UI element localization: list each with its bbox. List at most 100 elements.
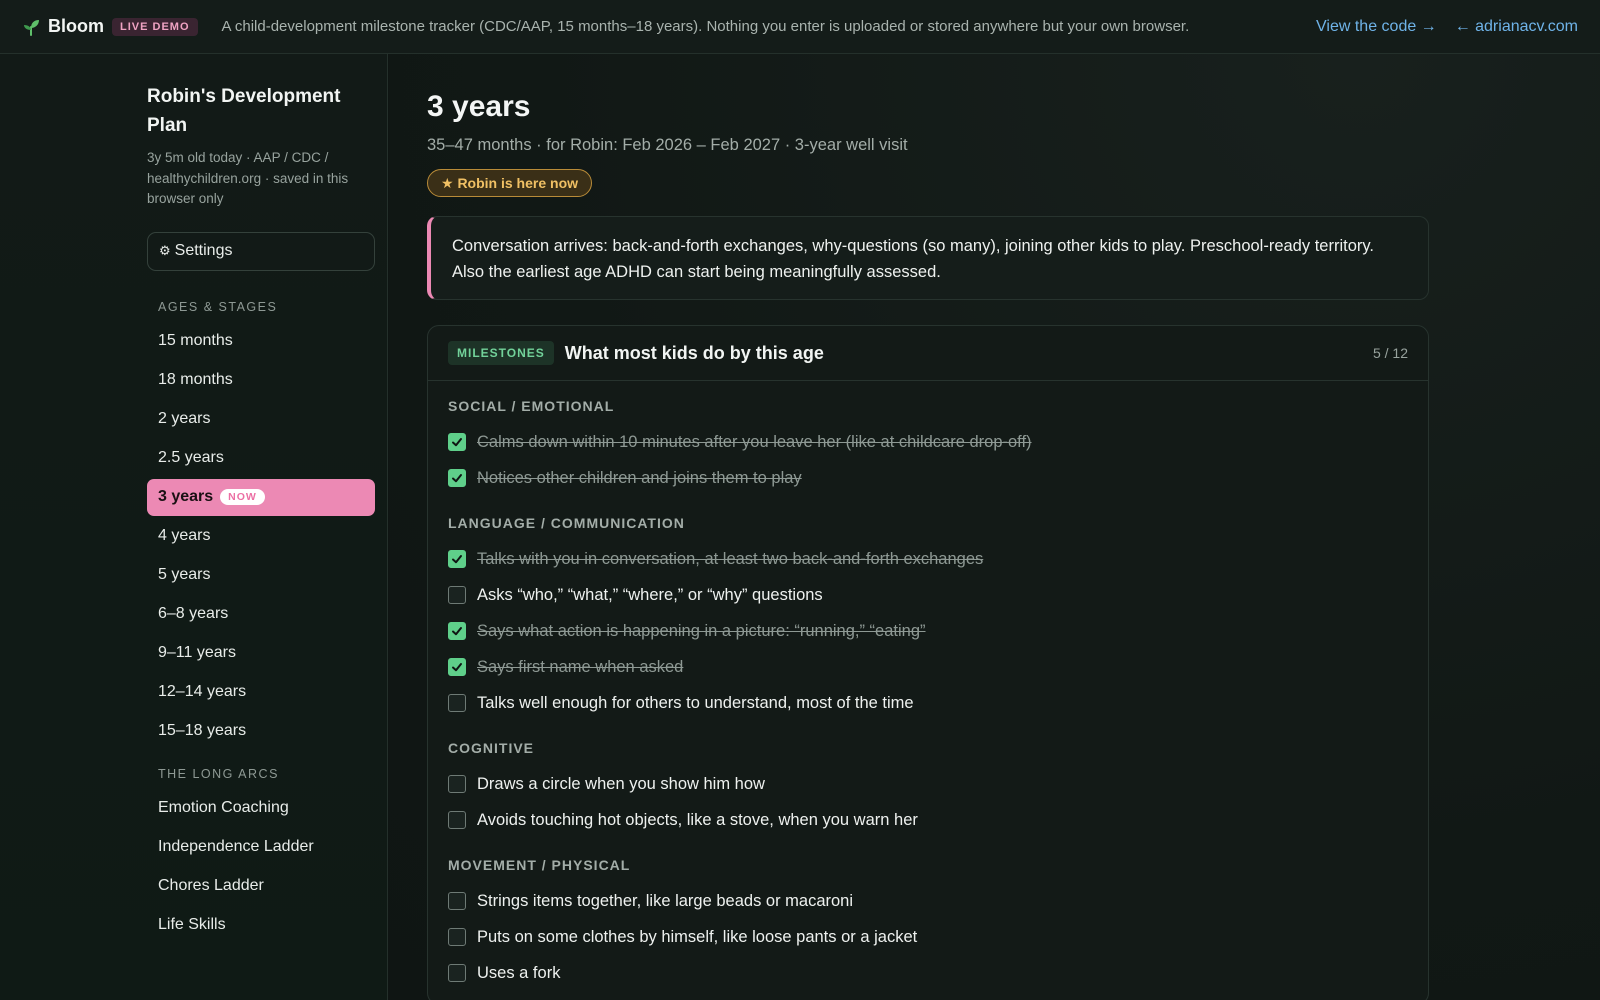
sidebar-item-label: 3 years <box>158 488 214 505</box>
brand-name: Bloom <box>48 16 104 36</box>
check-icon <box>452 555 462 564</box>
sidebar-item-15-18-years[interactable]: 15–18 years <box>147 713 375 750</box>
sprout-icon <box>22 18 40 36</box>
sidebar-item-3-years[interactable]: 3 years NOW <box>147 478 375 516</box>
sidebar-item-label: 4 years <box>158 527 211 544</box>
current-stage-badge: ★ Robin is here now <box>427 169 593 197</box>
milestone-checkbox[interactable] <box>448 964 466 982</box>
top-bar: Bloom LIVE DEMO A child-development mile… <box>0 0 1600 54</box>
milestone-item: Calms down within 10 minutes after you l… <box>448 424 1408 460</box>
live-demo-badge: LIVE DEMO <box>112 17 198 36</box>
milestone-checkbox[interactable] <box>448 658 466 676</box>
milestone-checkbox[interactable] <box>448 550 466 568</box>
page-title: 3 years <box>427 90 531 123</box>
sidebar-item-label: Emotion Coaching <box>158 799 289 816</box>
category-heading: LANGUAGE / COMMUNICATION <box>448 515 685 531</box>
milestone-text: Says what action is happening in a pictu… <box>477 621 926 640</box>
plan-title: Robin's Development Plan <box>147 86 341 136</box>
sidebar-item-label: 9–11 years <box>158 644 236 661</box>
milestone-item: Uses a fork <box>448 955 1408 991</box>
category-heading: SOCIAL / EMOTIONAL <box>448 398 615 414</box>
milestone-text: Uses a fork <box>477 963 561 982</box>
settings-button[interactable]: ⚙ Settings <box>147 231 375 271</box>
now-badge: NOW <box>220 489 265 505</box>
milestone-item: Notices other children and joins them to… <box>448 460 1408 496</box>
sidebar-item-2-5-years[interactable]: 2.5 years <box>147 440 375 477</box>
milestone-text: Avoids touching hot objects, like a stov… <box>477 810 918 829</box>
milestone-checkbox[interactable] <box>448 586 466 604</box>
arcs-nav: Emotion Coaching Independence Ladder Chore… <box>147 790 373 944</box>
check-icon <box>452 438 462 447</box>
milestone-text: Puts on some clothes by himself, like lo… <box>477 927 918 946</box>
arcs-section-label: THE LONG ARCS <box>158 766 279 781</box>
milestone-item: Draws a circle when you show him how <box>448 766 1408 802</box>
sidebar-item-18-months[interactable]: 18 months <box>147 362 375 399</box>
category-heading: MOVEMENT / PHYSICAL <box>448 857 631 873</box>
sidebar-item-label: 2.5 years <box>158 449 224 466</box>
plan-subtitle: 3y 5m old today · AAP / CDC / healthychi… <box>147 150 349 206</box>
milestone-item: Asks “who,” “what,” “where,” or “why” qu… <box>448 577 1408 613</box>
ages-section-label: AGES & STAGES <box>158 299 278 314</box>
milestone-item: Puts on some clothes by himself, like lo… <box>448 919 1408 955</box>
category-items: Calms down within 10 minutes after you l… <box>448 424 1408 496</box>
milestone-item: Says first name when asked <box>448 649 1408 685</box>
sidebar-item-label: 15 months <box>158 332 233 349</box>
sidebar-item-independence-ladder[interactable]: Independence Ladder <box>147 829 375 866</box>
check-icon <box>452 663 462 672</box>
sidebar-item-9-11-years[interactable]: 9–11 years <box>147 635 375 672</box>
sidebar-item-emotion-coaching[interactable]: Emotion Coaching <box>147 790 375 827</box>
milestone-text: Says first name when asked <box>477 657 684 676</box>
milestones-badge: MILESTONES <box>448 341 554 365</box>
sidebar: Robin's Development Plan 3y 5m old today… <box>0 54 388 1000</box>
milestone-item: Says what action is happening in a pictu… <box>448 613 1408 649</box>
category-items: Talks with you in conversation, at least… <box>448 541 1408 721</box>
sidebar-item-5-years[interactable]: 5 years <box>147 557 375 594</box>
stage-intro: Conversation arrives: back-and-forth exc… <box>427 216 1429 300</box>
milestone-checkbox[interactable] <box>448 775 466 793</box>
sidebar-item-6-8-years[interactable]: 6–8 years <box>147 596 375 633</box>
logo[interactable]: Bloom <box>22 16 104 37</box>
milestone-checkbox[interactable] <box>448 892 466 910</box>
sidebar-item-label: 6–8 years <box>158 605 229 622</box>
sidebar-item-label: Life Skills <box>158 916 226 933</box>
sidebar-item-15-months[interactable]: 15 months <box>147 323 375 360</box>
sidebar-item-12-14-years[interactable]: 12–14 years <box>147 674 375 711</box>
milestone-text: Notices other children and joins them to… <box>477 468 802 487</box>
main-content: 3 years 35–47 months · for Robin: Feb 20… <box>389 54 1600 1000</box>
milestone-checkbox[interactable] <box>448 811 466 829</box>
sidebar-item-label: 12–14 years <box>158 683 247 700</box>
milestone-checkbox[interactable] <box>448 469 466 487</box>
tagline: A child-development milestone tracker (C… <box>221 18 1190 35</box>
milestone-item: Talks well enough for others to understa… <box>448 685 1408 721</box>
milestone-checkbox[interactable] <box>448 433 466 451</box>
sidebar-item-label: 18 months <box>158 371 233 388</box>
milestone-checkbox[interactable] <box>448 622 466 640</box>
milestone-checkbox[interactable] <box>448 694 466 712</box>
page-subtitle: 35–47 months · for Robin: Feb 2026 – Feb… <box>427 136 908 154</box>
milestone-item: Avoids touching hot objects, like a stov… <box>448 802 1408 838</box>
sidebar-item-life-skills[interactable]: Life Skills <box>147 907 375 944</box>
milestones-count: 5 / 12 <box>1372 345 1408 361</box>
milestone-item: Strings items together, like large beads… <box>448 883 1408 919</box>
site-link[interactable]: ← adrianacv.com <box>1455 18 1578 36</box>
milestone-text: Calms down within 10 minutes after you l… <box>477 432 1032 451</box>
milestones-title: What most kids do by this age <box>564 342 824 363</box>
milestone-text: Talks well enough for others to understa… <box>477 693 914 712</box>
milestone-text: Strings items together, like large beads… <box>477 891 854 910</box>
milestone-text: Talks with you in conversation, at least… <box>477 549 984 568</box>
milestone-item: Talks with you in conversation, at least… <box>448 541 1408 577</box>
sidebar-item-2-years[interactable]: 2 years <box>147 401 375 438</box>
sidebar-item-label: 2 years <box>158 410 211 427</box>
sidebar-item-label: 15–18 years <box>158 722 247 739</box>
view-code-link[interactable]: View the code → <box>1316 18 1437 36</box>
sidebar-item-label: 5 years <box>158 566 211 583</box>
sidebar-item-label: Chores Ladder <box>158 877 264 894</box>
check-icon <box>452 474 462 483</box>
sidebar-item-4-years[interactable]: 4 years <box>147 518 375 555</box>
sidebar-item-label: Independence Ladder <box>158 838 314 855</box>
category-heading: COGNITIVE <box>448 740 535 756</box>
sidebar-item-chores-ladder[interactable]: Chores Ladder <box>147 868 375 905</box>
category-items: Draws a circle when you show him how Avoi… <box>448 766 1408 838</box>
milestone-checkbox[interactable] <box>448 928 466 946</box>
check-icon <box>452 627 462 636</box>
